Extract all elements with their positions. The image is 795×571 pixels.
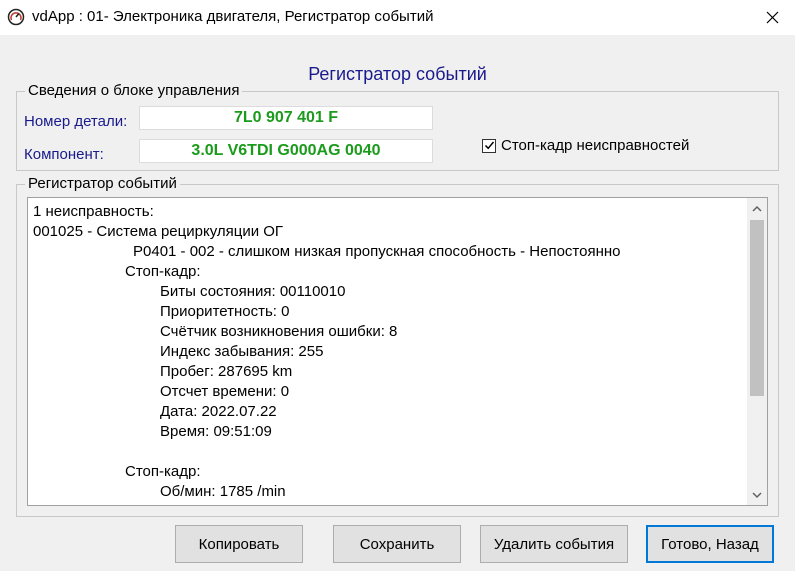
log-line: 001025 - Система рециркуляции ОГ (33, 223, 284, 240)
log-line: Отсчет времени: 0 (160, 383, 290, 400)
vertical-scrollbar[interactable] (747, 198, 767, 505)
scroll-thumb[interactable] (750, 220, 764, 396)
scroll-up-button[interactable] (747, 198, 767, 218)
chevron-down-icon (752, 491, 762, 498)
title-bar: vdApp : 01- Электроника двигателя, Регис… (0, 0, 795, 35)
component-label: Компонент: (24, 146, 104, 163)
checkmark-icon (484, 141, 494, 150)
part-number-value: 7L0 907 401 F (139, 106, 433, 130)
close-icon (766, 11, 778, 24)
copy-button[interactable]: Копировать (175, 525, 303, 563)
done-back-button[interactable]: Готово, Назад (646, 525, 774, 563)
event-log-content: 1 неисправность: 001025 - Система рецирку… (33, 202, 743, 502)
log-line: Индекс забывания: 255 (160, 343, 324, 360)
window-title: vdApp : 01- Электроника двигателя, Регис… (32, 8, 434, 25)
part-number-label: Номер детали: (24, 113, 128, 130)
log-line: Время: 09:51:09 (160, 423, 272, 440)
log-line: 1 неисправность: (33, 203, 154, 220)
close-button[interactable] (749, 0, 795, 35)
log-line: Приоритетность: 0 (160, 303, 290, 320)
checkbox-box[interactable] (482, 138, 496, 153)
component-value: 3.0L V6TDI G000AG 0040 (139, 139, 433, 163)
chevron-up-icon (752, 205, 762, 212)
event-log-legend: Регистратор событий (25, 175, 180, 192)
delete-events-button[interactable]: Удалить события (480, 525, 628, 563)
event-log-textbox[interactable]: 1 неисправность: 001025 - Система рецирку… (27, 197, 768, 506)
freeze-frame-checkbox[interactable]: Стоп-кадр неисправностей (482, 137, 689, 154)
control-unit-legend: Сведения о блоке управления (25, 82, 243, 99)
log-line: Биты состояния: 00110010 (160, 283, 346, 300)
log-line: Об/мин: 1785 /min (160, 483, 286, 500)
log-line: Пробег: 287695 km (160, 363, 293, 380)
save-button[interactable]: Сохранить (333, 525, 461, 563)
gauge-icon (7, 8, 25, 26)
freeze-frame-label: Стоп-кадр неисправностей (501, 137, 690, 154)
log-line: Дата: 2022.07.22 (160, 403, 277, 420)
log-line: Счётчик возникновения ошибки: 8 (160, 323, 398, 340)
log-line: Стоп-кадр: (125, 463, 201, 480)
log-line: Стоп-кадр: (125, 263, 201, 280)
scroll-down-button[interactable] (747, 485, 767, 505)
log-line: P0401 - 002 - слишком низкая пропускная … (133, 243, 621, 260)
